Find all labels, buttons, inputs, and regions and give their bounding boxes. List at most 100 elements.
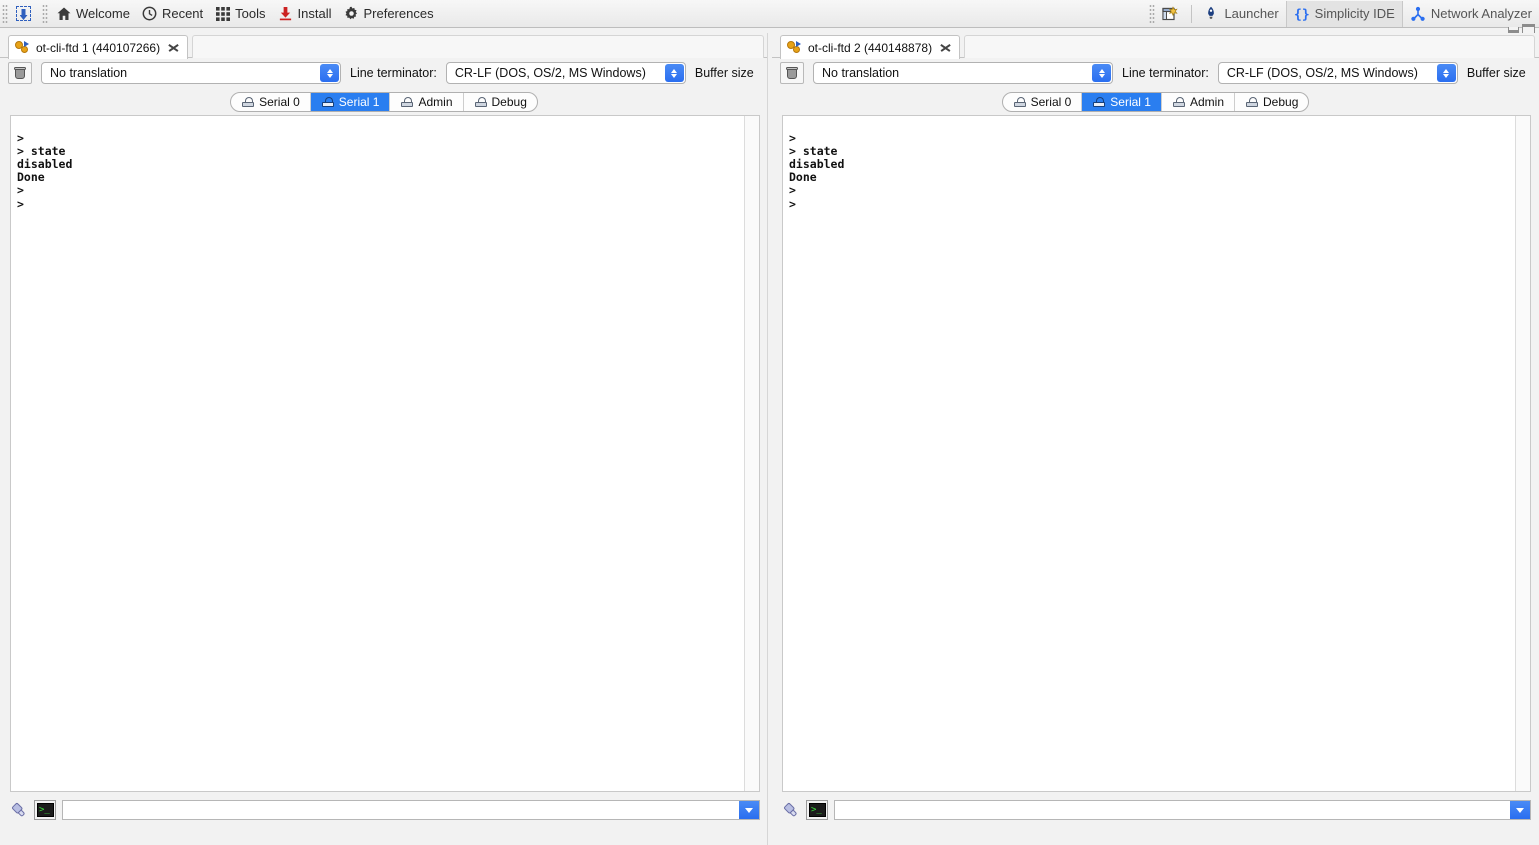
editor-tab-1[interactable]: ot-cli-ftd 1 (440107266) — [8, 35, 189, 59]
braces-icon: {} — [1294, 6, 1310, 22]
serial-tab-serial-1-panel-2[interactable]: Serial 1 — [1082, 93, 1162, 111]
toolbar-label-welcome: Welcome — [76, 6, 130, 21]
clock-icon — [142, 6, 158, 22]
chevron-down-icon[interactable] — [739, 801, 759, 819]
serial-console-panel-1: ot-cli-ftd 1 (440107266) No translation … — [0, 33, 768, 845]
serial-port-icon — [321, 97, 335, 107]
perspective-simplicity-ide[interactable]: {} Simplicity IDE — [1285, 0, 1403, 27]
chip-flash-icon — [15, 6, 31, 22]
grid-icon — [215, 6, 231, 22]
terminal-text-2: > > state disabled Done > > — [789, 130, 845, 211]
serial-tab-admin-panel-2[interactable]: Admin — [1162, 93, 1235, 111]
line-terminator-value-1: CR-LF (DOS, OS/2, MS Windows) — [454, 66, 646, 80]
serial-tab-label: Serial 0 — [259, 95, 300, 109]
serial-tab-label: Admin — [1189, 95, 1224, 109]
translation-value-2: No translation — [822, 66, 900, 80]
translation-select-2[interactable]: No translation — [813, 62, 1113, 84]
trash-icon — [14, 67, 26, 79]
toolbar-button-tools[interactable]: Tools — [209, 2, 271, 26]
command-input-row-2 — [782, 797, 1531, 823]
perspective-label-simplicity-ide: Simplicity IDE — [1314, 6, 1395, 21]
plug-icon[interactable] — [778, 797, 803, 822]
chevron-down-icon[interactable] — [1510, 801, 1530, 819]
line-terminator-select-2[interactable]: CR-LF (DOS, OS/2, MS Windows) — [1217, 62, 1458, 84]
serial-port-icon — [474, 97, 488, 107]
serial-tab-label: Serial 0 — [1030, 95, 1072, 109]
serial-port-icon — [1092, 97, 1106, 107]
serial-tab-label: Serial 1 — [1110, 95, 1151, 109]
toolbar-button-open-perspective[interactable] — [1157, 2, 1187, 26]
perspective-launcher[interactable]: Launcher — [1196, 1, 1285, 27]
home-icon — [56, 6, 72, 22]
serial-tab-debug-panel-2[interactable]: Debug — [1235, 93, 1308, 111]
spinner-arrows-icon — [320, 64, 339, 82]
serial-port-icon — [1013, 97, 1027, 107]
command-input-2[interactable] — [834, 800, 1531, 820]
serial-tab-serial-0-panel-2[interactable]: Serial 0 — [1003, 93, 1083, 111]
editor-tab-title-1: ot-cli-ftd 1 (440107266) — [36, 40, 161, 55]
clear-console-button-2[interactable] — [780, 62, 804, 84]
terminal-output-area-1[interactable]: > > state disabled Done > > — [10, 115, 760, 792]
line-terminator-value-2: CR-LF (DOS, OS/2, MS Windows) — [1226, 66, 1418, 80]
translation-value-1: No translation — [50, 66, 128, 80]
toolbar-label-recent: Recent — [161, 6, 204, 21]
serial-tab-serial-1-panel-1[interactable]: Serial 1 — [310, 93, 391, 111]
editor-tab-bar-1: ot-cli-ftd 1 (440107266) — [0, 33, 768, 59]
minimize-icon[interactable] — [1508, 26, 1519, 33]
serial-console-icon — [15, 40, 30, 55]
console-icon — [36, 803, 54, 817]
serial-tab-serial-0-panel-1[interactable]: Serial 0 — [231, 93, 311, 111]
serial-tab-strip-1: Serial 0 Serial 1 Admin Debug — [0, 88, 768, 112]
serial-port-icon — [1245, 97, 1259, 107]
terminal-text-1: > > state disabled Done > > — [17, 130, 73, 211]
perspective-drag-handle[interactable] — [1149, 3, 1156, 24]
spinner-arrows-icon — [1436, 64, 1456, 82]
toolbar-button-preferences[interactable]: Preferences — [337, 2, 439, 26]
line-terminator-label-1: Line terminator: — [350, 66, 437, 80]
toolbar-label-preferences: Preferences — [363, 6, 434, 21]
toolbar-label-tools: Tools — [235, 6, 266, 21]
command-input-1[interactable] — [62, 800, 760, 820]
translation-select-1[interactable]: No translation — [41, 62, 341, 84]
serial-tab-strip-2: Serial 0 Serial 1 Admin Debug — [772, 88, 1539, 112]
editor-tab-title-2: ot-cli-ftd 2 (440148878) — [808, 40, 933, 55]
terminal-vertical-scrollbar-1[interactable] — [744, 116, 759, 791]
console-mode-button-1[interactable] — [34, 800, 56, 820]
perspective-label-network-analyzer: Network Analyzer — [1430, 6, 1532, 21]
network-icon — [1410, 6, 1426, 22]
toolbar-button-recent[interactable]: Recent — [136, 2, 209, 26]
serial-port-icon — [1172, 97, 1186, 107]
perspective-label-launcher: Launcher — [1224, 6, 1279, 21]
terminal-output-area-2[interactable]: > > state disabled Done > > — [782, 115, 1531, 792]
toolbar-label-install: Install — [297, 6, 332, 21]
serial-tab-label: Debug — [1263, 95, 1299, 109]
serial-console-panel-2: ot-cli-ftd 2 (440148878) No translation … — [772, 33, 1539, 845]
serial-console-icon — [787, 40, 802, 55]
download-icon — [278, 6, 294, 22]
new-perspective-icon — [1162, 5, 1179, 22]
console-mode-button-2[interactable] — [806, 800, 828, 820]
close-icon[interactable] — [168, 42, 179, 53]
close-icon[interactable] — [940, 42, 951, 53]
svg-text:{}: {} — [1294, 7, 1310, 22]
clear-console-button-1[interactable] — [8, 62, 32, 84]
console-icon — [808, 803, 826, 817]
perspective-network-analyzer[interactable]: Network Analyzer — [1403, 1, 1539, 27]
toolbar-button-flash-programmer[interactable] — [10, 2, 40, 26]
line-terminator-select-1[interactable]: CR-LF (DOS, OS/2, MS Windows) — [445, 62, 686, 84]
plug-icon[interactable] — [6, 797, 31, 822]
toolbar-drag-handle[interactable] — [2, 3, 8, 24]
line-terminator-label-2: Line terminator: — [1122, 66, 1209, 80]
buffer-size-label-1: Buffer size — [694, 66, 754, 80]
toolbar-button-welcome[interactable]: Welcome — [50, 2, 136, 26]
serial-tab-admin-panel-1[interactable]: Admin — [390, 93, 464, 111]
editor-tab-bar-2: ot-cli-ftd 2 (440148878) — [772, 33, 1539, 59]
toolbar-drag-handle-2[interactable] — [42, 3, 48, 24]
serial-tab-debug-panel-1[interactable]: Debug — [464, 93, 537, 111]
console-controls-1: No translation Line terminator: CR-LF (D… — [0, 58, 768, 88]
terminal-vertical-scrollbar-2[interactable] — [1515, 116, 1530, 791]
command-input-row-1 — [10, 797, 760, 823]
editor-tab-2[interactable]: ot-cli-ftd 2 (440148878) — [780, 35, 961, 59]
toolbar-button-install[interactable]: Install — [272, 2, 338, 26]
serial-tab-label: Serial 1 — [338, 95, 380, 109]
